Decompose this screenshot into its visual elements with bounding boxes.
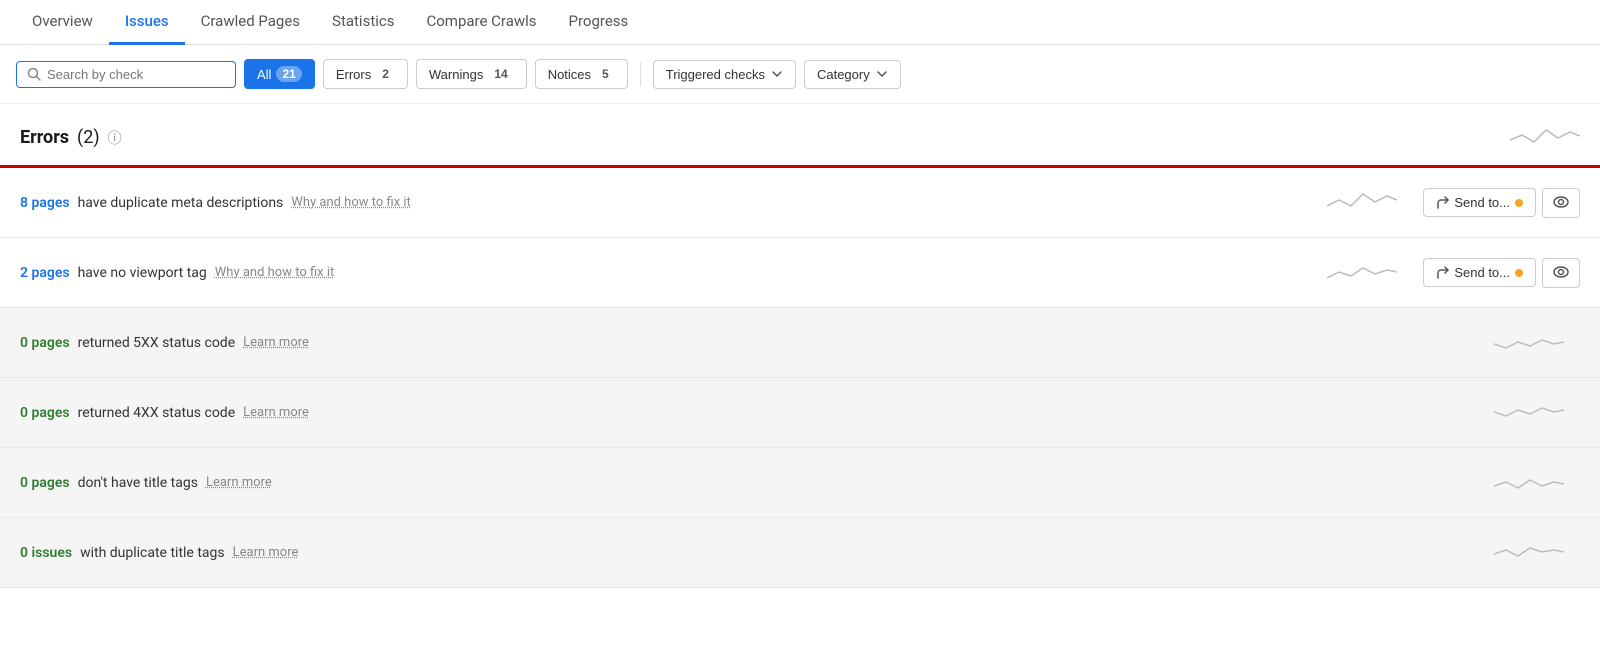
chevron-down-icon xyxy=(876,68,888,80)
filter-all-button[interactable]: All 21 xyxy=(244,59,315,89)
send-dot xyxy=(1515,269,1523,277)
issue-text-no-viewport: 2 pages have no viewport tag Why and how… xyxy=(20,265,1317,281)
info-icon: ⓘ xyxy=(108,128,122,148)
search-input[interactable] xyxy=(47,67,225,82)
why-fix-link-duplicate-meta[interactable]: Why and how to fix it xyxy=(291,195,411,210)
chevron-down-icon xyxy=(771,68,783,80)
issue-row-no-title: 0 pages don't have title tags Learn more xyxy=(0,448,1600,518)
eye-button-duplicate-meta[interactable] xyxy=(1542,188,1580,218)
issue-count-5xx: 0 pages xyxy=(20,335,70,351)
filter-bar: All 21 Errors 2 Warnings 14 Notices 5 Tr… xyxy=(0,45,1600,104)
filter-notices-button[interactable]: Notices 5 xyxy=(535,59,628,89)
send-to-button-viewport[interactable]: Send to... xyxy=(1423,258,1536,287)
main-content: Errors (2) ⓘ 8 pages have duplicate meta… xyxy=(0,104,1600,588)
learn-more-4xx[interactable]: Learn more xyxy=(243,405,309,420)
section-graph-sparkline xyxy=(1510,120,1580,155)
search-input-wrap xyxy=(16,61,236,88)
tab-statistics[interactable]: Statistics xyxy=(316,0,410,45)
issue-row-duplicate-meta: 8 pages have duplicate meta descriptions… xyxy=(0,168,1600,238)
issue-count-4xx: 0 pages xyxy=(20,405,70,421)
issue-text-no-title: 0 pages don't have title tags Learn more xyxy=(20,475,1484,491)
tab-progress[interactable]: Progress xyxy=(553,0,645,45)
tabs-bar: Overview Issues Crawled Pages Statistics… xyxy=(0,0,1600,45)
issue-sparkline-no-title xyxy=(1494,466,1564,499)
action-btns-viewport: Send to... xyxy=(1423,258,1580,288)
issue-sparkline-duplicate-meta xyxy=(1327,186,1397,219)
action-btns-duplicate-meta: Send to... xyxy=(1423,188,1580,218)
errors-section-header: Errors (2) ⓘ xyxy=(0,104,1600,165)
tab-crawled-pages[interactable]: Crawled Pages xyxy=(185,0,316,45)
issue-count-duplicate-title: 0 issues xyxy=(20,545,72,561)
issue-sparkline-viewport xyxy=(1327,256,1397,289)
issue-row-4xx: 0 pages returned 4XX status code Learn m… xyxy=(0,378,1600,448)
category-dropdown[interactable]: Category xyxy=(804,60,901,89)
filter-warnings-button[interactable]: Warnings 14 xyxy=(416,59,527,89)
issue-pages-link-viewport[interactable]: 2 pages xyxy=(20,265,70,281)
errors-title: Errors xyxy=(20,127,69,148)
share-icon xyxy=(1436,196,1449,209)
tab-issues[interactable]: Issues xyxy=(109,0,185,45)
send-to-button-duplicate-meta[interactable]: Send to... xyxy=(1423,188,1536,217)
filter-errors-button[interactable]: Errors 2 xyxy=(323,59,408,89)
eye-icon xyxy=(1553,266,1569,278)
triggered-checks-dropdown[interactable]: Triggered checks xyxy=(653,60,796,89)
issue-text-5xx: 0 pages returned 5XX status code Learn m… xyxy=(20,335,1484,351)
send-dot xyxy=(1515,199,1523,207)
tab-overview[interactable]: Overview xyxy=(16,0,109,45)
issue-row-no-viewport: 2 pages have no viewport tag Why and how… xyxy=(0,238,1600,308)
errors-count: (2) xyxy=(77,127,100,148)
issue-sparkline-4xx xyxy=(1494,396,1564,429)
issue-sparkline-duplicate-title xyxy=(1494,536,1564,569)
learn-more-no-title[interactable]: Learn more xyxy=(206,475,272,490)
tab-compare-crawls[interactable]: Compare Crawls xyxy=(410,0,552,45)
eye-icon xyxy=(1553,196,1569,208)
filter-divider xyxy=(640,62,641,86)
issue-text-4xx: 0 pages returned 4XX status code Learn m… xyxy=(20,405,1484,421)
issue-sparkline-5xx xyxy=(1494,326,1564,359)
issue-text-duplicate-meta: 8 pages have duplicate meta descriptions… xyxy=(20,195,1317,211)
issue-pages-link[interactable]: 8 pages xyxy=(20,195,70,211)
eye-button-viewport[interactable] xyxy=(1542,258,1580,288)
issue-row-duplicate-title: 0 issues with duplicate title tags Learn… xyxy=(0,518,1600,588)
issue-text-duplicate-title: 0 issues with duplicate title tags Learn… xyxy=(20,545,1484,561)
learn-more-duplicate-title[interactable]: Learn more xyxy=(233,545,299,560)
issue-count-no-title: 0 pages xyxy=(20,475,70,491)
why-fix-link-viewport[interactable]: Why and how to fix it xyxy=(215,265,335,280)
issue-row-5xx: 0 pages returned 5XX status code Learn m… xyxy=(0,308,1600,378)
share-icon xyxy=(1436,266,1449,279)
learn-more-5xx[interactable]: Learn more xyxy=(243,335,309,350)
search-icon xyxy=(27,67,41,81)
